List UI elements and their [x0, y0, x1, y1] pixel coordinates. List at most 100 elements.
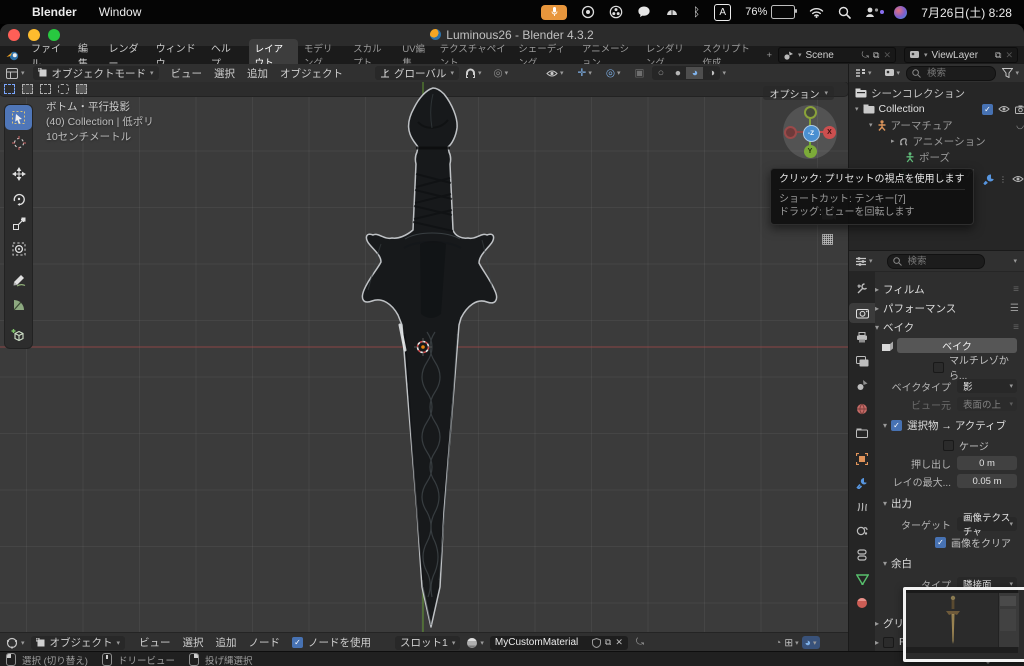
vpn-icon[interactable]	[665, 6, 679, 18]
properties-search-input[interactable]	[905, 254, 968, 268]
margin-subpanel[interactable]: ▾ 余白	[875, 555, 1024, 571]
gizmo-axis-z[interactable]: -Z	[802, 124, 820, 142]
shader-menu-view[interactable]: ビュー	[133, 635, 177, 650]
battery-indicator[interactable]: 76%	[745, 5, 798, 19]
spotlight-search-icon[interactable]	[838, 6, 852, 19]
outliner-row-pose[interactable]: ポーズ	[905, 149, 1024, 165]
outliner-row-collection[interactable]: ▾ Collection ✓	[855, 101, 1024, 117]
shading-solid-button[interactable]: ●	[669, 67, 686, 79]
window-menu[interactable]: Window	[99, 5, 142, 19]
shader-menu-node[interactable]: ノード	[243, 635, 287, 650]
tab-render[interactable]	[849, 303, 875, 323]
outliner-row-armature[interactable]: ▾ アーマチュア ◡	[869, 117, 1024, 133]
tab-world[interactable]	[849, 399, 875, 419]
app-menu[interactable]: Blender	[32, 5, 77, 19]
outliner-filter-button[interactable]: ▾	[996, 68, 1024, 78]
tool-move[interactable]	[5, 161, 32, 186]
screen-preview-thumbnail[interactable]	[903, 587, 1024, 662]
tab-object-data[interactable]	[849, 569, 875, 589]
outliner-filter-mode-button[interactable]: ▾	[878, 68, 907, 79]
tool-measure[interactable]	[5, 292, 32, 317]
output-subpanel[interactable]: ▾ 出力	[875, 495, 1024, 511]
gizmo-axis-y[interactable]: Y	[803, 145, 817, 158]
panel-film[interactable]: ▸ フィルム ≡	[875, 281, 1024, 297]
shading-wireframe-button[interactable]: ○	[652, 67, 669, 79]
shader-overlays-toggle[interactable]: ◕ ▾	[801, 636, 820, 649]
shader-menu-add[interactable]: 追加	[210, 635, 243, 650]
target-dropdown[interactable]: 画像テクスチャ ▾	[957, 513, 1017, 538]
panel-bake[interactable]: ▾ ベイク ≡	[875, 319, 1024, 335]
gizmos-toggle[interactable]: ✛ ▾	[572, 67, 598, 79]
tab-physics[interactable]	[849, 521, 875, 541]
properties-editor-type-button[interactable]: ▾	[849, 256, 879, 267]
multires-checkbox[interactable]	[933, 361, 944, 373]
transform-orientation-dropdown[interactable]: グローバル ▾	[375, 66, 459, 80]
shading-options-chevron[interactable]: ▾	[722, 69, 726, 77]
tab-modifiers[interactable]	[849, 473, 875, 493]
editor-type-button[interactable]: ▾	[0, 67, 31, 79]
microphone-indicator-icon[interactable]	[541, 4, 568, 20]
disable-render-icon[interactable]	[1015, 105, 1024, 114]
tool-transform[interactable]	[5, 236, 32, 261]
show-gizmo-dropdown[interactable]: ▾	[540, 69, 570, 78]
fan-icon[interactable]	[609, 5, 623, 19]
tool-annotate[interactable]	[5, 267, 32, 292]
tab-collection-props[interactable]	[849, 423, 875, 443]
menubar-clock[interactable]: 7月26日(土) 8:28	[921, 4, 1012, 21]
collection-checkbox[interactable]: ✓	[982, 103, 993, 115]
panel-performance[interactable]: ▸ パフォーマンス ☰	[875, 300, 1024, 316]
siri-icon[interactable]	[894, 5, 908, 19]
outliner-search[interactable]	[906, 65, 997, 81]
xray-toggle[interactable]: ▣	[629, 67, 651, 79]
gizmo-axis-neg-y[interactable]	[803, 106, 817, 119]
bake-button[interactable]: ベイク	[897, 338, 1017, 353]
tab-constraints[interactable]	[849, 545, 875, 565]
bake-type-dropdown[interactable]: 影 ▾	[957, 379, 1017, 393]
clear-image-checkbox[interactable]: ✓	[935, 536, 946, 548]
gizmo-axis-neg-x[interactable]	[784, 125, 797, 139]
blender-logo-icon[interactable]	[6, 50, 20, 61]
tab-material[interactable]	[849, 593, 875, 613]
input-source-icon[interactable]: A	[714, 3, 732, 21]
tab-tool[interactable]	[849, 279, 875, 299]
shader-mode-dropdown[interactable]: オブジェクト ▾	[30, 635, 126, 650]
hide-eye-icon[interactable]	[1012, 175, 1024, 183]
selected-to-active-checkbox[interactable]: ✓	[891, 419, 902, 431]
shader-menu-select[interactable]: 選択	[177, 635, 210, 650]
shader-grid-snap-button[interactable]: ⊞ ▾	[784, 637, 798, 649]
new-viewlayer-icon[interactable]: ⧉	[995, 50, 1001, 61]
fake-user-shield-icon[interactable]	[591, 637, 601, 648]
wifi-icon[interactable]	[809, 7, 824, 18]
viewport-menu-object[interactable]: オブジェクト	[274, 66, 349, 81]
unlink-material-icon[interactable]: ✕	[615, 637, 623, 648]
eye-closed-icon[interactable]: ◡	[1016, 120, 1024, 131]
scene-selector[interactable]: ▾ Scene ⤿ ⧉ ✕	[778, 47, 896, 63]
viewport-options-dropdown[interactable]: オプション ▾	[763, 86, 834, 101]
extrusion-field[interactable]: 0 m	[957, 456, 1017, 470]
tool-rotate[interactable]	[5, 186, 32, 211]
outliner-row-animation[interactable]: ▸ アニメーション	[891, 133, 1024, 149]
tab-view-layer[interactable]	[849, 351, 875, 371]
pin-icon[interactable]: ⤿	[636, 637, 644, 648]
properties-search[interactable]	[886, 253, 985, 269]
hide-eye-icon[interactable]	[998, 105, 1010, 113]
snapping-button[interactable]: ▾	[459, 68, 488, 79]
shading-rendered-button[interactable]: ◑	[703, 67, 720, 79]
outliner-search-input[interactable]	[925, 66, 988, 80]
expand-icon[interactable]: ▸	[891, 137, 895, 145]
gizmo-axis-x[interactable]: X	[823, 125, 836, 139]
slot-dropdown[interactable]: スロット1 ▾	[395, 635, 461, 650]
overlays-toggle[interactable]: ◎ ▾	[600, 67, 627, 79]
properties-options-chevron[interactable]: ▾	[1013, 257, 1024, 265]
user-switch-icon[interactable]	[865, 6, 885, 18]
outliner-row-scene-collection[interactable]: シーンコレクション	[855, 85, 1024, 101]
shutter-icon[interactable]	[581, 5, 595, 19]
shader-snap-icon[interactable]: ◔	[775, 637, 781, 649]
ray-distance-field[interactable]: 0.05 m	[957, 474, 1017, 488]
tool-cursor[interactable]	[5, 130, 32, 155]
tool-select-box[interactable]	[5, 105, 32, 130]
outliner-display-mode-button[interactable]: ▾	[849, 68, 878, 78]
viewport-menu-add[interactable]: 追加	[241, 66, 274, 81]
navigation-gizmo[interactable]: Y X -Z	[783, 105, 837, 159]
proportional-editing-button[interactable]: ◎ ▾	[487, 67, 514, 79]
